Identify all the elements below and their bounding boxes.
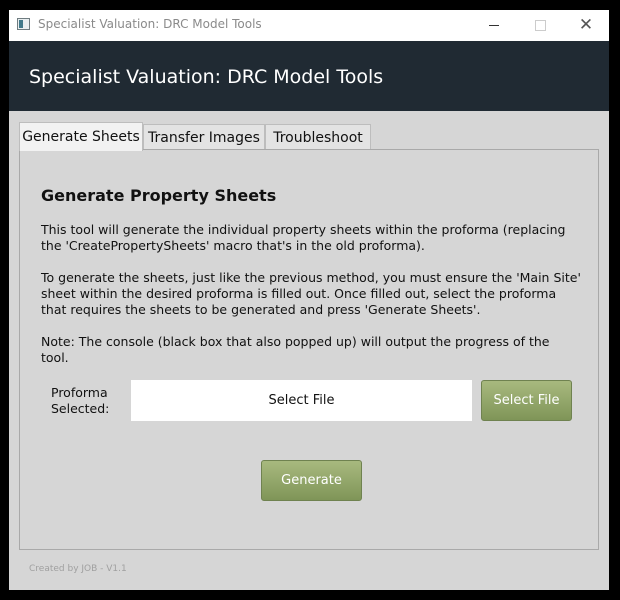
- selected-file-field: Select File: [131, 380, 472, 421]
- app-icon: [17, 18, 30, 30]
- generate-button[interactable]: Generate: [261, 460, 362, 501]
- close-icon: ✕: [578, 15, 594, 35]
- maximize-button[interactable]: [517, 10, 563, 41]
- select-file-button[interactable]: Select File: [481, 380, 572, 421]
- tab-transfer-images[interactable]: Transfer Images: [143, 124, 265, 150]
- minimize-icon: [489, 25, 499, 26]
- title-bar[interactable]: Specialist Valuation: DRC Model Tools ✕: [9, 10, 609, 41]
- maximize-icon: [534, 20, 546, 31]
- tab-generate-sheets[interactable]: Generate Sheets: [19, 122, 143, 151]
- close-button[interactable]: ✕: [563, 10, 609, 41]
- app-window: Specialist Valuation: DRC Model Tools ✕ …: [9, 10, 609, 590]
- header-title: Specialist Valuation: DRC Model Tools: [29, 66, 384, 88]
- note-paragraph: Note: The console (black box that also p…: [41, 334, 550, 365]
- generate-sheets-panel: Generate Property Sheets This tool will …: [19, 149, 599, 550]
- description-paragraph-2: To generate the sheets, just like the pr…: [41, 270, 581, 317]
- version-footer: Created by JOB - V1.1: [29, 564, 127, 574]
- window-title: Specialist Valuation: DRC Model Tools: [38, 17, 262, 31]
- description-paragraph-1: This tool will generate the individual p…: [41, 222, 566, 253]
- proforma-selected-label: Proforma Selected:: [51, 385, 110, 416]
- minimize-button[interactable]: [471, 10, 517, 41]
- tab-troubleshoot[interactable]: Troubleshoot: [265, 124, 371, 150]
- app-header: Specialist Valuation: DRC Model Tools: [9, 41, 609, 111]
- section-title: Generate Property Sheets: [41, 186, 277, 205]
